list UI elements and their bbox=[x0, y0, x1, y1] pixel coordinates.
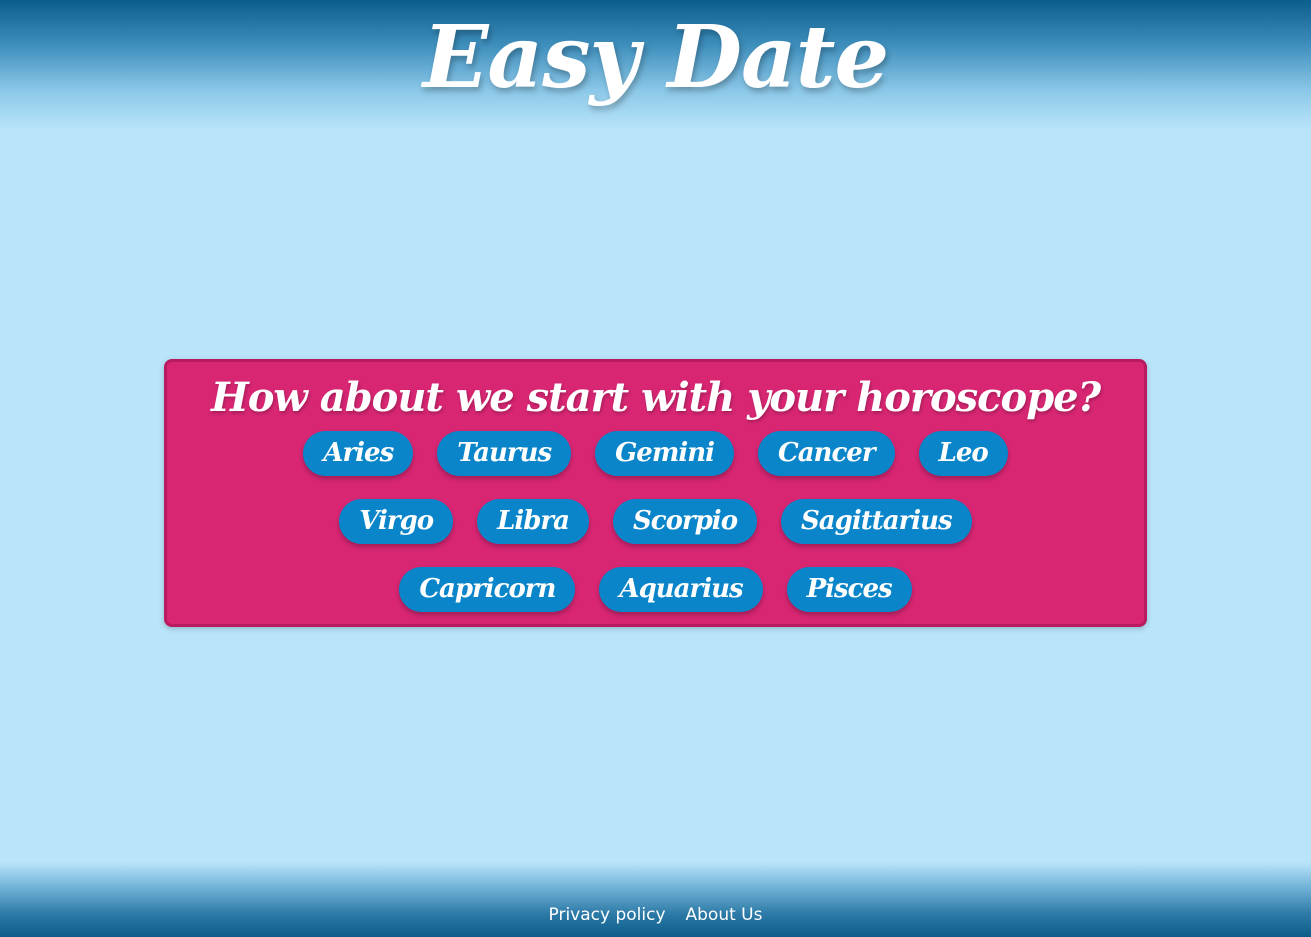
sign-button-aries[interactable]: Aries bbox=[303, 431, 414, 476]
sign-button-taurus[interactable]: Taurus bbox=[437, 431, 572, 476]
sign-button-leo[interactable]: Leo bbox=[918, 431, 1008, 476]
sign-button-pisces[interactable]: Pisces bbox=[786, 567, 912, 612]
sign-button-scorpio[interactable]: Scorpio bbox=[612, 499, 758, 544]
sign-button-capricorn[interactable]: Capricorn bbox=[399, 567, 576, 612]
sign-button-aquarius[interactable]: Aquarius bbox=[599, 567, 763, 612]
about-us-link[interactable]: About Us bbox=[686, 903, 763, 927]
sign-button-cancer[interactable]: Cancer bbox=[758, 431, 895, 476]
site-footer: Privacy policy About Us bbox=[0, 862, 1311, 937]
privacy-policy-link[interactable]: Privacy policy bbox=[549, 903, 666, 927]
sign-button-sagittarius[interactable]: Sagittarius bbox=[781, 499, 972, 544]
site-title: Easy Date bbox=[422, 7, 889, 108]
sign-row-3: Capricorn Aquarius Pisces bbox=[167, 567, 1144, 612]
sign-button-virgo[interactable]: Virgo bbox=[339, 499, 454, 544]
footer-links: Privacy policy About Us bbox=[0, 903, 1311, 927]
sign-row-1: Aries Taurus Gemini Cancer Leo bbox=[167, 431, 1144, 476]
sign-row-2: Virgo Libra Scorpio Sagittarius bbox=[167, 499, 1144, 544]
site-header: Easy Date bbox=[0, 0, 1311, 130]
sign-button-gemini[interactable]: Gemini bbox=[595, 431, 735, 476]
sign-button-libra[interactable]: Libra bbox=[477, 499, 589, 544]
panel-title: How about we start with your horoscope? bbox=[210, 374, 1101, 421]
horoscope-panel: How about we start with your horoscope? … bbox=[164, 359, 1147, 627]
